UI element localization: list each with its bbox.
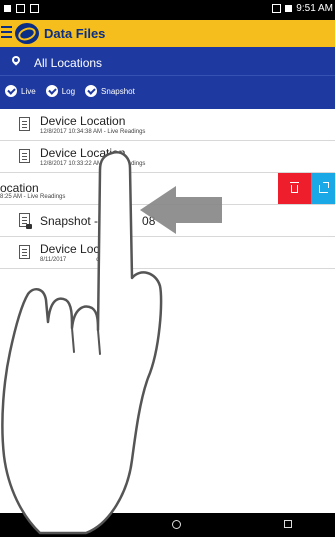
share-button[interactable] — [311, 173, 335, 204]
share-icon — [318, 182, 329, 193]
battery-icon — [285, 5, 293, 12]
item-title: Device Location — [40, 114, 126, 128]
item-title: Snapshot - 2 08 — [40, 214, 156, 228]
snapshot-document-icon — [19, 213, 32, 229]
notification-icon — [4, 5, 11, 12]
page-title: Data Files — [44, 26, 106, 41]
home-icon[interactable] — [172, 520, 181, 529]
filter-label: Snapshot — [101, 86, 135, 96]
filter-log[interactable]: Log — [45, 85, 76, 97]
item-subtitle: 12/8/2017 10:34:38 AM - Live Readings — [40, 129, 146, 135]
filter-options: Live Log Snapshot — [5, 85, 145, 97]
check-circle-icon — [85, 85, 98, 97]
document-icon — [19, 245, 30, 259]
filter-label: Log — [61, 86, 76, 96]
item-subtitle: 12/8/2017 10:33:22 AM - Live Readings — [40, 161, 146, 167]
status-notifications — [4, 4, 39, 13]
status-time: 9:51 AM — [296, 3, 333, 14]
filter-live[interactable]: Live — [5, 85, 36, 97]
list-item[interactable]: Snapshot - 2 08 — [0, 205, 335, 237]
check-circle-icon — [45, 85, 58, 97]
app-bar: Data Files — [0, 20, 335, 47]
delete-button[interactable] — [278, 173, 311, 204]
hamburger-menu-icon[interactable] — [1, 26, 14, 40]
list-item[interactable]: Device Location 12/8/2017 10:33:22 AM - … — [0, 141, 335, 173]
filter-snapshot[interactable]: Snapshot — [85, 85, 135, 97]
trash-icon — [290, 182, 299, 193]
list-item[interactable]: Device Locat 8/11/2017 dings — [0, 237, 335, 269]
document-icon — [19, 149, 30, 163]
item-title: Device Locat — [40, 242, 110, 256]
filter-label: Live — [21, 86, 36, 96]
system-navigation-bar — [0, 513, 335, 537]
status-indicators: 9:51 AM — [272, 3, 333, 14]
item-subtitle: 8:25 AM - Live Readings — [0, 194, 66, 200]
list-item[interactable]: Device Location 12/8/2017 10:34:38 AM - … — [0, 109, 335, 141]
item-title: Device Location — [40, 146, 126, 160]
recents-icon[interactable] — [284, 520, 292, 528]
data-file-list: Device Location 12/8/2017 10:34:38 AM - … — [0, 109, 335, 269]
check-circle-icon — [5, 85, 17, 97]
finger-crease — [71, 327, 101, 355]
location-selector[interactable]: All Locations — [34, 56, 102, 70]
filter-bar: All Locations Live Log Snapshot — [0, 47, 335, 109]
status-bar: 9:51 AM — [0, 0, 335, 20]
app-logo-icon — [15, 23, 39, 44]
location-pin-icon — [12, 56, 20, 67]
document-icon — [19, 117, 30, 131]
notification-icon — [16, 4, 25, 13]
item-subtitle: 8/11/2017 dings — [40, 257, 111, 263]
list-item-swiped[interactable]: ocation 8:25 AM - Live Readings — [0, 173, 335, 205]
signal-icon — [272, 4, 282, 13]
divider — [0, 75, 335, 76]
notification-icon — [30, 4, 39, 13]
item-title: ocation — [0, 181, 39, 195]
